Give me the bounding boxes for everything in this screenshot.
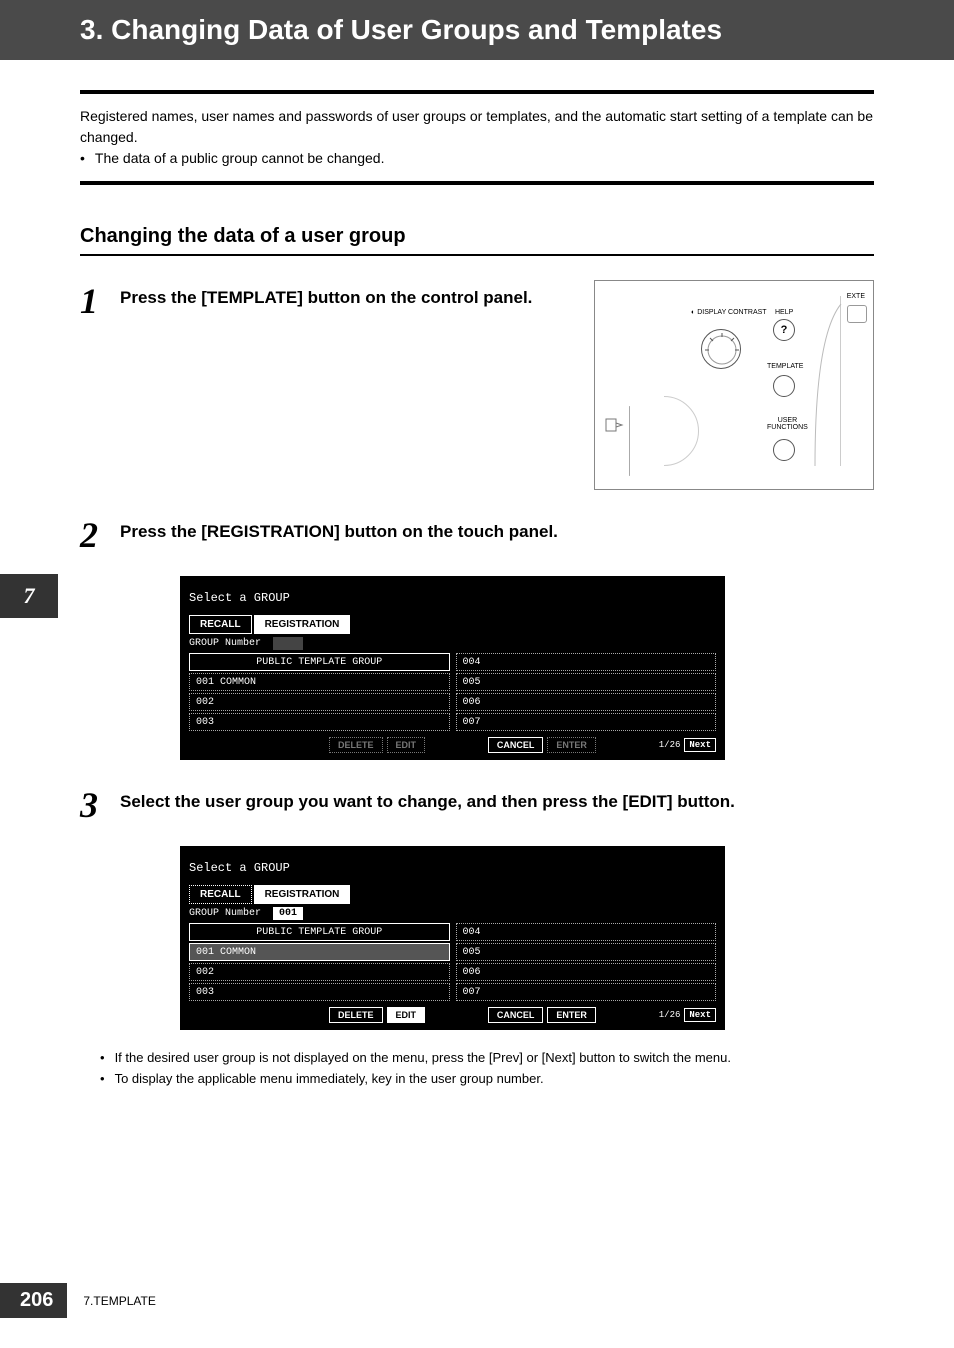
group-number-label: GROUP Number bbox=[189, 638, 261, 649]
step-1-text: Press the [TEMPLATE] button on the contr… bbox=[120, 286, 574, 310]
step-2-text: Press the [REGISTRATION] button on the t… bbox=[120, 520, 874, 544]
tab-recall[interactable]: RECALL bbox=[189, 885, 252, 904]
intro-text: Registered names, user names and passwor… bbox=[80, 106, 874, 148]
group-row[interactable]: 007 bbox=[456, 713, 717, 731]
cancel-button[interactable]: CANCEL bbox=[488, 737, 544, 753]
display-contrast-label: ◐ DISPLAY CONTRAST bbox=[691, 309, 767, 316]
subsection-title: Changing the data of a user group bbox=[80, 225, 874, 256]
template-button[interactable] bbox=[773, 375, 795, 397]
exit-icon bbox=[605, 416, 625, 436]
tab-recall[interactable]: RECALL bbox=[189, 615, 252, 634]
step-3-notes: If the desired user group is not display… bbox=[80, 1048, 874, 1090]
page-indicator: 1/26 bbox=[659, 740, 681, 750]
screen-title: Select a GROUP bbox=[189, 861, 716, 875]
note: If the desired user group is not display… bbox=[80, 1048, 874, 1069]
control-panel-illustration: ◐ DISPLAY CONTRAST HELP ? bbox=[594, 280, 874, 490]
note: To display the applicable menu immediate… bbox=[80, 1069, 874, 1090]
group-row-selected[interactable]: 001 COMMON bbox=[189, 943, 450, 961]
cancel-button[interactable]: CANCEL bbox=[488, 1007, 544, 1023]
public-template-group[interactable]: PUBLIC TEMPLATE GROUP bbox=[189, 923, 450, 941]
group-number-value bbox=[273, 637, 303, 650]
chapter-label: 7.TEMPLATE bbox=[83, 1294, 155, 1308]
step-number: 1 bbox=[80, 280, 120, 322]
help-label: HELP bbox=[775, 309, 793, 316]
group-row[interactable]: 004 bbox=[456, 653, 717, 671]
edit-button[interactable]: EDIT bbox=[387, 1007, 426, 1023]
page-footer: 206 7.TEMPLATE bbox=[0, 1283, 156, 1318]
group-row[interactable]: 006 bbox=[456, 693, 717, 711]
group-row[interactable]: 004 bbox=[456, 923, 717, 941]
enter-button[interactable]: ENTER bbox=[547, 737, 596, 753]
edit-button[interactable]: EDIT bbox=[387, 737, 426, 753]
tab-registration[interactable]: REGISTRATION bbox=[254, 885, 351, 904]
page-indicator: 1/26 bbox=[659, 1010, 681, 1020]
tab-registration[interactable]: REGISTRATION bbox=[254, 615, 351, 634]
group-row[interactable]: 005 bbox=[456, 943, 717, 961]
step-number: 3 bbox=[80, 784, 120, 826]
group-row[interactable]: 006 bbox=[456, 963, 717, 981]
public-template-group[interactable]: PUBLIC TEMPLATE GROUP bbox=[189, 653, 450, 671]
enter-button[interactable]: ENTER bbox=[547, 1007, 596, 1023]
group-row[interactable]: 003 bbox=[189, 713, 450, 731]
page-header: 3. Changing Data of User Groups and Temp… bbox=[0, 0, 954, 60]
user-functions-button[interactable] bbox=[773, 439, 795, 461]
delete-button[interactable]: DELETE bbox=[329, 1007, 383, 1023]
step-3-text: Select the user group you want to change… bbox=[120, 790, 874, 814]
group-row[interactable]: 003 bbox=[189, 983, 450, 1001]
group-row[interactable]: 005 bbox=[456, 673, 717, 691]
group-row[interactable]: 007 bbox=[456, 983, 717, 1001]
touch-screen-a: Select a GROUP RECALL REGISTRATION GROUP… bbox=[180, 576, 725, 760]
intro-block: Registered names, user names and passwor… bbox=[80, 90, 874, 185]
next-button[interactable]: Next bbox=[684, 738, 716, 752]
screen-title: Select a GROUP bbox=[189, 591, 716, 605]
user-functions-label: USER FUNCTIONS bbox=[767, 417, 808, 431]
group-number-label: GROUP Number bbox=[189, 908, 261, 919]
group-row[interactable]: 002 bbox=[189, 963, 450, 981]
step-2: 2 Press the [REGISTRATION] button on the… bbox=[80, 514, 874, 556]
group-row[interactable]: 002 bbox=[189, 693, 450, 711]
next-button[interactable]: Next bbox=[684, 1008, 716, 1022]
exte-button[interactable] bbox=[847, 305, 867, 323]
exte-label: EXTE bbox=[847, 293, 865, 300]
header-title: 3. Changing Data of User Groups and Temp… bbox=[80, 14, 722, 45]
group-row[interactable]: 001 COMMON bbox=[189, 673, 450, 691]
intro-bullet: The data of a public group cannot be cha… bbox=[80, 148, 874, 169]
contrast-dial[interactable] bbox=[701, 329, 741, 369]
step-1: 1 Press the [TEMPLATE] button on the con… bbox=[80, 280, 874, 490]
side-chapter-tab: 7 bbox=[0, 574, 58, 618]
page-number: 206 bbox=[0, 1283, 67, 1318]
help-button[interactable]: ? bbox=[773, 319, 795, 341]
template-label: TEMPLATE bbox=[767, 363, 803, 370]
touch-screen-b: Select a GROUP RECALL REGISTRATION GROUP… bbox=[180, 846, 725, 1030]
step-number: 2 bbox=[80, 514, 120, 556]
group-number-value: 001 bbox=[273, 907, 303, 920]
step-3: 3 Select the user group you want to chan… bbox=[80, 784, 874, 826]
delete-button[interactable]: DELETE bbox=[329, 737, 383, 753]
